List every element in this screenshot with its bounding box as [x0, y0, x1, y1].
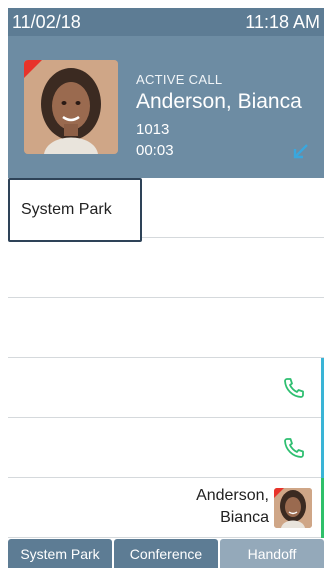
line-key-accent	[321, 418, 324, 478]
contact-first-name: Bianca	[220, 509, 269, 526]
line-key-accent	[321, 358, 324, 418]
status-bar: 11/02/18 11:18 AM	[8, 8, 324, 36]
contact-name: Anderson, Bianca	[196, 485, 269, 529]
status-time: 11:18 AM	[245, 12, 320, 32]
phone-icon	[284, 378, 304, 398]
line-key-3[interactable]	[8, 298, 324, 358]
line-key-4[interactable]	[8, 358, 324, 418]
line-key-2[interactable]	[8, 238, 324, 298]
line-key-system-park[interactable]: System Park	[8, 178, 142, 242]
softkey-conference[interactable]: Conference	[114, 539, 218, 568]
status-date: 11/02/18	[12, 12, 81, 32]
caller-name: Anderson, Bianca	[136, 90, 302, 113]
phone-screen: 11/02/18 11:18 AM ACTIVE CALL Anderson, …	[8, 8, 324, 568]
incoming-arrow-icon	[293, 144, 308, 159]
caller-avatar	[24, 60, 118, 154]
softkey-bar: System Park Conference Handoff	[8, 539, 324, 568]
line-key-5[interactable]	[8, 418, 324, 478]
contact-last-first: Anderson,	[196, 487, 269, 504]
active-call-panel[interactable]: ACTIVE CALL Anderson, Bianca 1013 00:03	[8, 36, 324, 178]
line-key-accent	[321, 478, 324, 538]
line-key-contact[interactable]: Anderson, Bianca	[8, 478, 324, 538]
line-key-label: System Park	[21, 201, 112, 218]
caller-extension: 1013	[136, 121, 170, 138]
phone-icon	[284, 438, 304, 458]
presence-corner	[274, 488, 284, 498]
presence-corner	[24, 60, 42, 78]
call-duration: 00:03	[136, 142, 174, 159]
softkey-handoff[interactable]: Handoff	[220, 539, 324, 568]
call-state-label: ACTIVE CALL	[136, 72, 223, 87]
softkey-system-park[interactable]: System Park	[8, 539, 112, 568]
contact-avatar	[274, 488, 312, 528]
